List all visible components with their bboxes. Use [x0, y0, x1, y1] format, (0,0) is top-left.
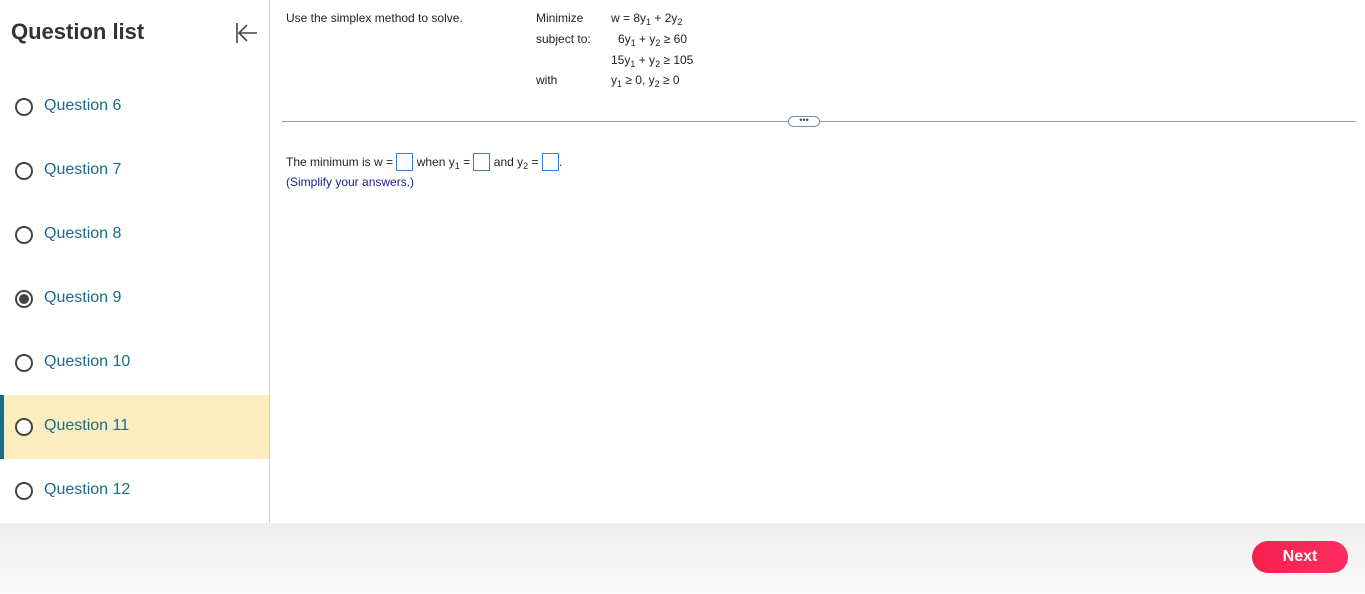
constraint-part: ≥ 0: [659, 73, 680, 87]
simplify-hint: (Simplify your answers.): [286, 175, 415, 189]
question-item-12[interactable]: Question 12: [0, 459, 269, 523]
collapse-sidebar-button[interactable]: [232, 20, 260, 46]
constraint-1: 6y1 + y2 ≥ 60: [618, 32, 687, 48]
objective-part: + 2y: [651, 11, 678, 25]
objective-part: w = 8y: [611, 11, 647, 25]
answer-text: .: [558, 155, 563, 169]
collapse-left-icon: [236, 23, 257, 43]
instruction-text: Use the simplex method to solve.: [286, 11, 463, 25]
constraint-part: + y: [635, 32, 656, 46]
question-item-8[interactable]: Question 8: [0, 203, 269, 267]
answer-y1-input[interactable]: [473, 153, 491, 171]
nonnegativity-constraint: y1 ≥ 0, y2 ≥ 0: [611, 73, 680, 89]
question-item-10[interactable]: Question 10: [0, 331, 269, 395]
radio-icon: [15, 354, 33, 372]
radio-checked-icon: [15, 290, 33, 308]
question-item-6[interactable]: Question 6: [0, 75, 269, 139]
question-item-7[interactable]: Question 7: [0, 139, 269, 203]
answer-w-input[interactable]: [396, 153, 414, 171]
constraint-part: ≥ 0, y: [622, 73, 655, 87]
answer-line: The minimum is w = when y1 = and y2 = .: [286, 153, 562, 171]
constraint-part: + y: [635, 53, 656, 67]
question-label: Question 7: [44, 161, 122, 178]
more-options-button[interactable]: •••: [788, 116, 820, 127]
objective-function: w = 8y1 + 2y2: [611, 11, 682, 27]
constraint-part: 6y: [618, 32, 631, 46]
footer-bar: Next: [0, 523, 1365, 594]
question-label: Question 9: [44, 289, 122, 306]
answer-text: when y: [416, 155, 455, 169]
answer-text: =: [528, 155, 539, 169]
radio-icon: [15, 98, 33, 116]
subscript: 2: [677, 17, 683, 27]
question-label: Question 8: [44, 225, 122, 242]
answer-text: and y: [493, 155, 524, 169]
subject-to-label: subject to:: [536, 32, 591, 46]
question-label: Question 12: [44, 481, 131, 498]
question-item-11[interactable]: Question 11: [0, 395, 269, 459]
question-item-9[interactable]: Question 9: [0, 267, 269, 331]
question-label: Question 6: [44, 97, 122, 114]
constraint-part: ≥ 105: [660, 53, 694, 67]
constraint-2: 15y1 + y2 ≥ 105: [611, 53, 693, 69]
minimize-label: Minimize: [536, 11, 584, 25]
radio-icon: [15, 162, 33, 180]
constraint-part: ≥ 60: [660, 32, 688, 46]
constraint-part: 15y: [611, 53, 631, 67]
radio-icon: [15, 482, 33, 500]
answer-text: The minimum is w =: [286, 155, 394, 169]
answer-y2-input[interactable]: [541, 153, 559, 171]
question-content: Use the simplex method to solve. Minimiz…: [270, 0, 1365, 523]
question-list-panel: Question list Question 6 Question 7 Ques…: [0, 0, 270, 523]
question-list-header: Question list: [0, 0, 269, 75]
next-button[interactable]: Next: [1252, 541, 1348, 573]
question-label: Question 10: [44, 353, 131, 370]
with-label: with: [536, 73, 558, 87]
question-list-title: Question list: [11, 19, 145, 44]
question-label: Question 11: [44, 417, 130, 434]
radio-icon: [15, 418, 33, 436]
radio-icon: [15, 226, 33, 244]
answer-text: =: [459, 155, 471, 169]
